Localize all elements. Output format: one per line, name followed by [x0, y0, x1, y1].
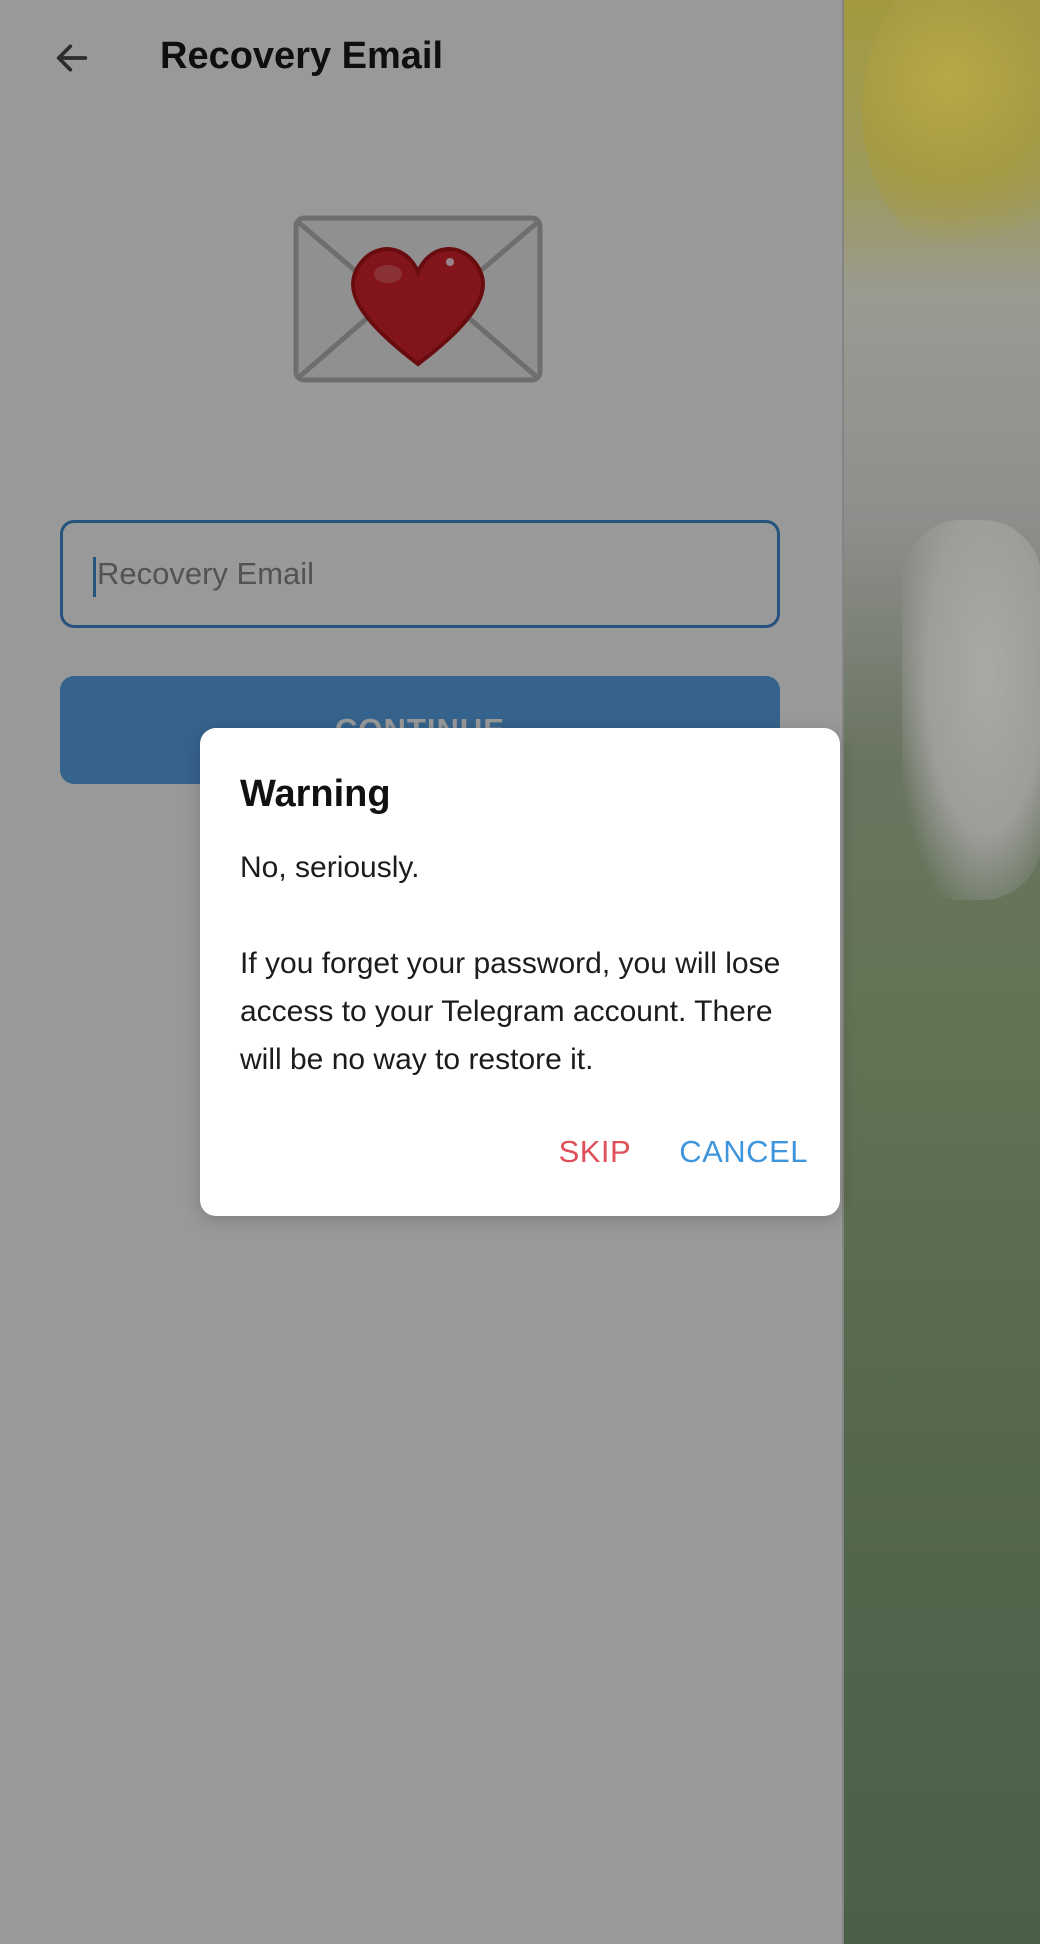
dialog-message-line-2: If you forget your password, you will lo… [240, 947, 781, 1076]
dialog-message-line-1: No, seriously. [240, 851, 420, 884]
wallpaper-blur-gray [902, 520, 1040, 900]
skip-button[interactable]: SKIP [559, 1128, 632, 1176]
dialog-title: Warning [240, 773, 391, 815]
warning-dialog: Warning No, seriously. If you forget you… [200, 728, 840, 1216]
app-root: Recovery Email CONTINUE Warning No, seri… [0, 0, 1040, 1944]
dialog-message: No, seriously. If you forget your passwo… [240, 844, 820, 1084]
dialog-actions: SKIP CANCEL [559, 1128, 808, 1176]
wallpaper-blur-yellow [862, 0, 1040, 260]
wallpaper-strip [842, 0, 1040, 1944]
dialog-message-spacer [240, 892, 820, 940]
wallpaper-edge [842, 0, 844, 1944]
cancel-button[interactable]: CANCEL [679, 1128, 808, 1176]
